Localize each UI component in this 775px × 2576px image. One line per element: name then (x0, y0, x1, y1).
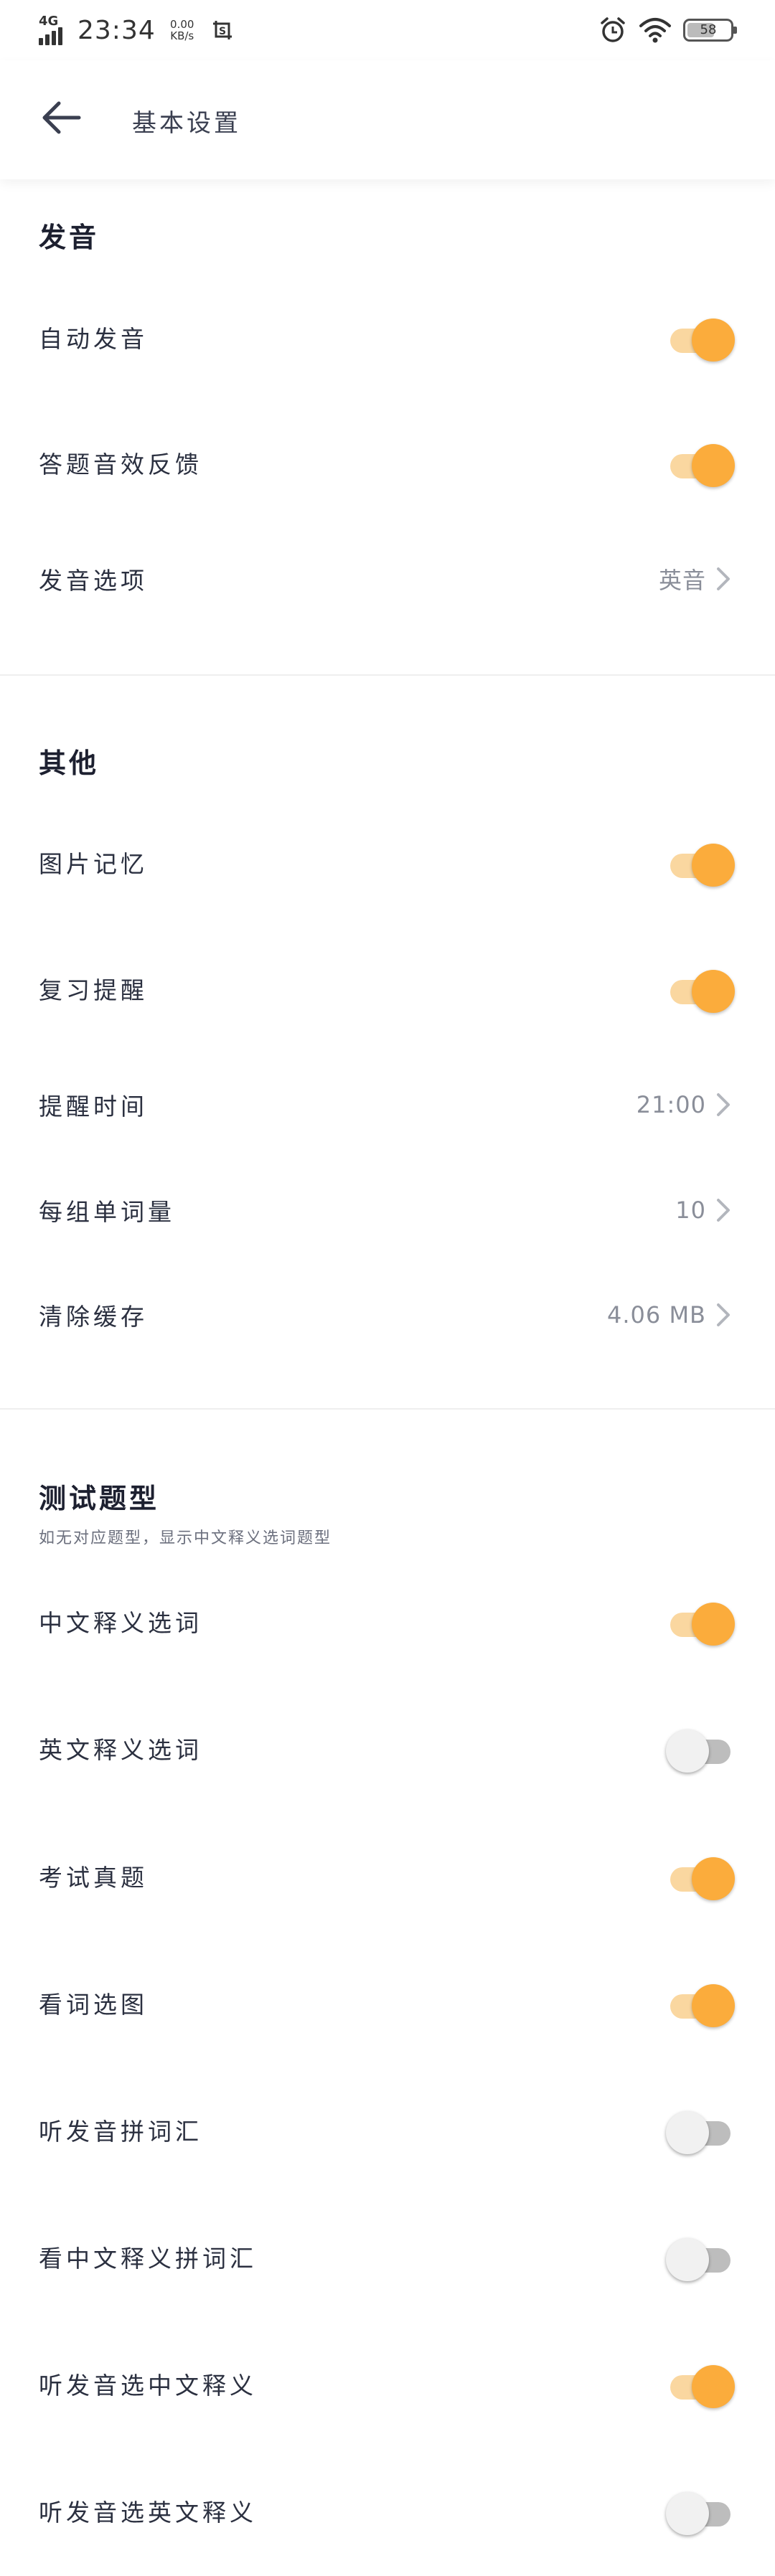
test-type-item[interactable]: 中文释义选词 (0, 1585, 775, 1657)
section-title-other: 其他 (39, 747, 100, 779)
svg-text:S: S (219, 26, 226, 37)
answer-feedback-toggle[interactable] (666, 441, 735, 487)
setting-label: 自动发音 (39, 325, 148, 353)
setting-label: 图片记忆 (39, 850, 148, 878)
setting-words-per-group[interactable]: 每组单词量 10 (0, 1174, 775, 1246)
image-memory-toggle[interactable] (666, 841, 735, 887)
setting-reminder-time[interactable]: 提醒时间 21:00 (0, 1069, 775, 1141)
test-type-label: 看中文释义拼词汇 (39, 2245, 257, 2273)
setting-answer-feedback[interactable]: 答题音效反馈 (0, 427, 775, 499)
status-right: 58 (598, 14, 737, 46)
test-type-toggle[interactable] (666, 1727, 735, 1773)
setting-auto-play[interactable]: 自动发音 (0, 301, 775, 373)
cellular-signal-icon: 4G (39, 12, 70, 48)
screenshot-icon: S (212, 21, 232, 39)
setting-review-reminder[interactable]: 复习提醒 (0, 953, 775, 1024)
test-type-toggle[interactable] (666, 2108, 735, 2154)
network-speed: 0.00 KB/s (166, 19, 199, 42)
test-type-toggle[interactable] (666, 1981, 735, 2027)
test-type-item[interactable]: 看中文释义拼词汇 (0, 2221, 775, 2293)
alarm-icon (601, 17, 625, 42)
review-reminder-toggle[interactable] (666, 967, 735, 1013)
test-type-label: 听发音选中文释义 (39, 2372, 257, 2400)
status-time: 23:34 (78, 15, 156, 45)
chevron-right-icon (717, 1303, 730, 1326)
battery-icon: 58 (683, 19, 737, 42)
setting-clear-cache[interactable]: 清除缓存 4.06 MB (0, 1279, 775, 1351)
back-button[interactable] (33, 89, 90, 146)
section-subtitle-test-types: 如无对应题型，显示中文释义选词题型 (39, 1529, 332, 1547)
app-bar: 基本设置 (0, 60, 775, 179)
test-type-label: 看词选图 (39, 1991, 148, 2019)
setting-label: 每组单词量 (39, 1198, 175, 1226)
setting-label: 发音选项 (39, 567, 148, 595)
setting-label: 提醒时间 (39, 1093, 148, 1120)
wifi-icon (639, 18, 671, 43)
network-type: 4G (39, 14, 59, 29)
page-title: 基本设置 (132, 109, 241, 138)
network-speed-value: 0.00 (170, 18, 194, 31)
section-divider (0, 1408, 775, 1410)
section-divider (0, 674, 775, 676)
test-type-toggle[interactable] (666, 1854, 735, 1900)
reminder-time-value: 21:00 (636, 1091, 706, 1118)
cache-size-value: 4.06 MB (607, 1301, 706, 1329)
arrow-left-icon (42, 101, 81, 134)
test-type-label: 考试真题 (39, 1864, 148, 1892)
section-title-pronunciation: 发音 (39, 222, 100, 253)
words-per-group-value: 10 (675, 1197, 706, 1224)
network-speed-unit: KB/s (170, 29, 194, 42)
accent-value: 英音 (658, 567, 706, 594)
test-type-item[interactable]: 考试真题 (0, 1840, 775, 1912)
test-type-toggle[interactable] (666, 2235, 735, 2281)
setting-image-memory[interactable]: 图片记忆 (0, 826, 775, 898)
chevron-right-icon (717, 567, 730, 590)
test-type-item[interactable]: 看词选图 (0, 1967, 775, 2039)
test-type-label: 听发音选英文释义 (39, 2499, 257, 2527)
chevron-right-icon (717, 1199, 730, 1222)
chevron-right-icon (717, 1093, 730, 1116)
test-type-item[interactable]: 听发音拼词汇 (0, 2094, 775, 2166)
section-title-test-types: 测试题型 (39, 1483, 160, 1514)
setting-label: 复习提醒 (39, 976, 148, 1004)
test-type-toggle[interactable] (666, 2489, 735, 2535)
test-type-item[interactable]: 英文释义选词 (0, 1712, 775, 1784)
setting-label: 答题音效反馈 (39, 450, 202, 478)
battery-level: 58 (700, 22, 717, 37)
test-type-item[interactable]: 听发音选英文释义 (0, 2475, 775, 2547)
status-bar: 4G 23:34 0.00 KB/s S 58 (0, 0, 775, 60)
test-type-label: 英文释义选词 (39, 1736, 202, 1764)
test-type-label: 听发音拼词汇 (39, 2118, 202, 2146)
auto-play-toggle[interactable] (666, 316, 735, 362)
test-type-toggle[interactable] (666, 1600, 735, 1646)
setting-label: 清除缓存 (39, 1303, 148, 1331)
setting-accent[interactable]: 发音选项 英音 (0, 543, 775, 615)
test-type-toggle[interactable] (666, 2362, 735, 2408)
test-type-item[interactable]: 听发音选中文释义 (0, 2348, 775, 2420)
test-type-label: 中文释义选词 (39, 1609, 202, 1637)
status-left: 4G 23:34 0.00 KB/s S (39, 10, 233, 50)
